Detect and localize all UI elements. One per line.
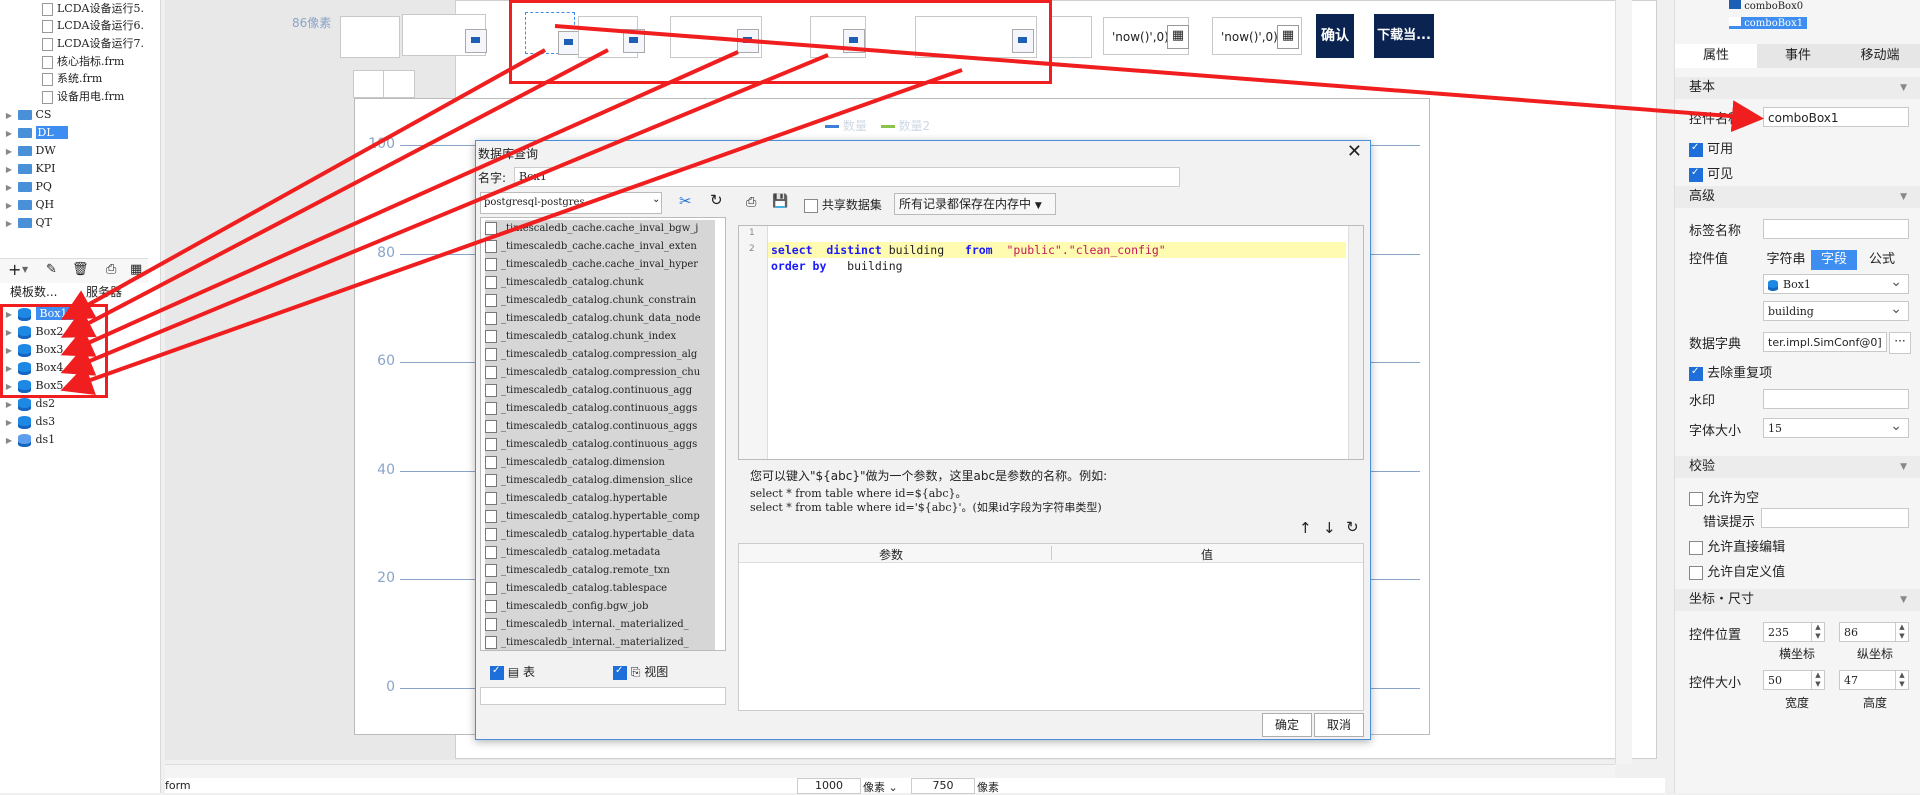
- annotation-arrow: [554, 24, 1764, 133]
- annotation-arrow: [60, 68, 963, 396]
- annotation-arrow: [61, 48, 546, 320]
- annotation-arrows: [60, 24, 1764, 396]
- annotation-arrow: [60, 50, 739, 357]
